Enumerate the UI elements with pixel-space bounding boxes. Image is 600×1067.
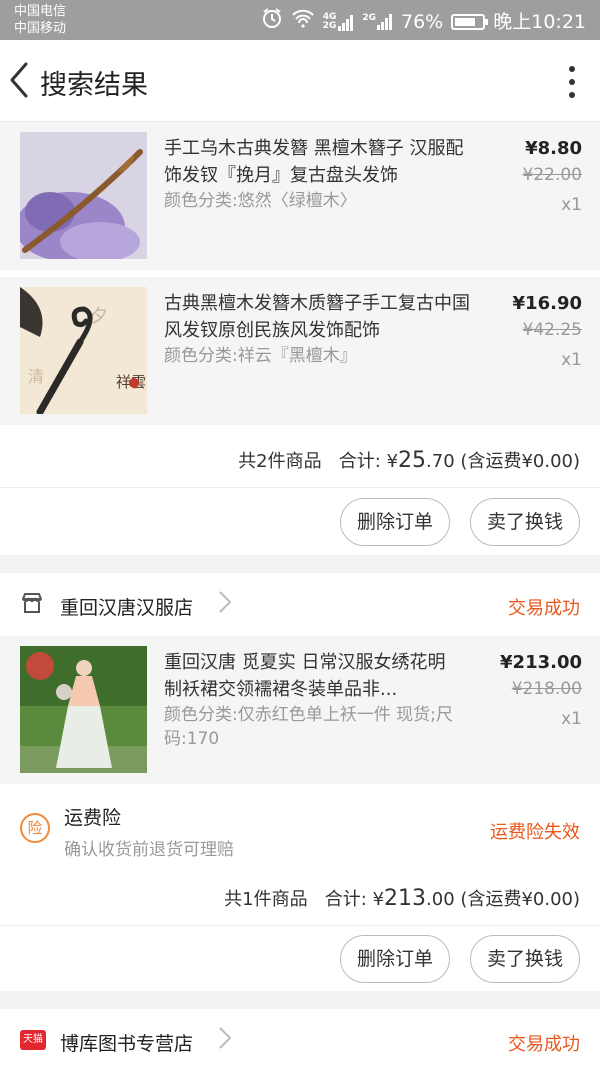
signal-2g-icon: 2G xyxy=(362,13,393,30)
product-spec: 颜色分类:祥云『黑檀木』 xyxy=(164,346,357,366)
summary-shipping: (含运费¥0.00) xyxy=(460,889,580,910)
quantity: x1 xyxy=(561,195,582,215)
insurance-status: 运费险失效 xyxy=(490,822,580,843)
status-icons: 4G 2G 2G 76% 晚上10:21 xyxy=(261,7,586,36)
summary-shipping: (含运费¥0.00) xyxy=(460,451,580,472)
battery-level xyxy=(455,17,475,26)
app-header: 搜索结果 xyxy=(0,40,600,122)
divider xyxy=(0,925,600,926)
original-price: ¥42.25 xyxy=(522,320,582,340)
svg-text:夕: 夕 xyxy=(90,306,108,327)
chevron-right-icon xyxy=(218,1025,232,1057)
wifi-icon xyxy=(291,8,315,35)
svg-text:清: 清 xyxy=(28,367,44,386)
insurance-title: 运费险 xyxy=(64,807,122,829)
product-price: ¥8.80 xyxy=(525,138,582,159)
product-title[interactable]: 手工乌木古典发簪 黑檀木簪子 汉服配饰发钗『挽月』复古盘头发饰 xyxy=(164,135,474,189)
order-item[interactable]: 手工乌木古典发簪 黑檀木簪子 汉服配饰发钗『挽月』复古盘头发饰 颜色分类:悠然〈… xyxy=(0,122,600,270)
delete-order-button[interactable]: 删除订单 xyxy=(340,935,450,983)
order-status: 交易成功 xyxy=(508,1034,580,1055)
summary-total-int: 213 xyxy=(384,886,427,911)
signal-4g-icon: 4G 2G xyxy=(323,12,355,31)
product-title[interactable]: 古典黑檀木发簪木质簪子手工复古中国风发钗原创民族风发饰配饰 xyxy=(164,290,474,344)
order-item[interactable]: 夕 清 祥雲 古典黑檀木发簪木质簪子手工复古中国风发钗原创民族风发饰配饰 颜色分… xyxy=(0,277,600,425)
product-price: ¥16.90 xyxy=(512,293,582,314)
store-name[interactable]: 重回汉唐汉服店 xyxy=(60,593,193,620)
resell-button[interactable]: 卖了换钱 xyxy=(470,935,580,983)
product-image-hanfu[interactable] xyxy=(20,646,147,773)
product-spec: 颜色分类:仅赤红色单上袄一件 现货;尺码:170 xyxy=(164,705,453,749)
store-header[interactable]: 天猫 博库图书专营店 交易成功 xyxy=(0,1009,600,1067)
order-card-1: 手工乌木古典发簪 黑檀木簪子 汉服配饰发钗『挽月』复古盘头发饰 颜色分类:悠然〈… xyxy=(0,122,600,555)
product-spec: 颜色分类:悠然〈绿檀木〉 xyxy=(164,191,357,211)
quantity: x1 xyxy=(561,709,582,729)
store-icon xyxy=(20,591,44,619)
summary-total-dec: .00 xyxy=(426,889,455,910)
order-card-3: 天猫 博库图书专营店 交易成功 xyxy=(0,1009,600,1067)
clock: 晚上10:21 xyxy=(493,10,586,33)
order-card-2: 重回汉唐汉服店 交易成功 重回汉唐 觅夏实 日常汉服女绣花明制袄裙交领襦裙冬装单… xyxy=(0,573,600,991)
order-item[interactable]: 重回汉唐 觅夏实 日常汉服女绣花明制袄裙交领襦裙冬装单品非... 颜色分类:仅赤… xyxy=(0,636,600,784)
summary-total-dec: .70 xyxy=(426,451,455,472)
product-image-hairpin-1[interactable] xyxy=(20,132,147,259)
original-price: ¥22.00 xyxy=(522,165,582,185)
carrier-2: 中国移动 xyxy=(14,21,67,36)
shipping-insurance[interactable]: 险 运费险 确认收货前退货可理赔 运费险失效 xyxy=(0,791,600,866)
insurance-icon: 险 xyxy=(20,813,50,843)
more-dots-icon xyxy=(569,66,575,72)
tmall-badge-icon: 天猫 xyxy=(20,1030,46,1050)
order-status: 交易成功 xyxy=(508,598,580,619)
chevron-right-icon xyxy=(218,589,232,621)
original-price: ¥218.00 xyxy=(511,679,582,699)
divider xyxy=(0,487,600,488)
carrier-1: 中国电信 xyxy=(14,4,67,19)
summary-label: 合计: ¥ xyxy=(324,889,385,910)
more-menu-button[interactable] xyxy=(566,66,578,98)
delete-order-button[interactable]: 删除订单 xyxy=(340,498,450,546)
store-name[interactable]: 博库图书专营店 xyxy=(60,1029,193,1056)
order-summary: 共2件商品 合计: ¥25.70 (含运费¥0.00) xyxy=(238,447,580,473)
page-title: 搜索结果 xyxy=(40,70,148,101)
summary-count: 共1件商品 xyxy=(224,889,308,910)
product-image-hairpin-2[interactable]: 夕 清 祥雲 xyxy=(20,287,147,414)
summary-total-int: 25 xyxy=(398,448,427,473)
product-title[interactable]: 重回汉唐 觅夏实 日常汉服女绣花明制袄裙交领襦裙冬装单品非... xyxy=(164,649,454,703)
product-price: ¥213.00 xyxy=(500,652,582,673)
resell-button[interactable]: 卖了换钱 xyxy=(470,498,580,546)
back-button[interactable] xyxy=(6,60,36,100)
summary-count: 共2件商品 xyxy=(238,451,322,472)
store-header[interactable]: 重回汉唐汉服店 交易成功 xyxy=(0,573,600,633)
chevron-left-icon xyxy=(10,62,28,98)
carrier-info: 中国电信 中国移动 xyxy=(14,3,66,37)
quantity: x1 xyxy=(561,350,582,370)
battery-percent: 76% xyxy=(401,10,444,33)
status-bar: 中国电信 中国移动 4G 2G 2G 76% 晚上10:21 xyxy=(0,0,600,40)
insurance-subtitle: 确认收货前退货可理赔 xyxy=(64,840,234,860)
battery-icon xyxy=(451,13,489,30)
alarm-icon xyxy=(261,7,283,36)
summary-label: 合计: ¥ xyxy=(338,451,399,472)
order-summary: 共1件商品 合计: ¥213.00 (含运费¥0.00) xyxy=(224,885,580,911)
